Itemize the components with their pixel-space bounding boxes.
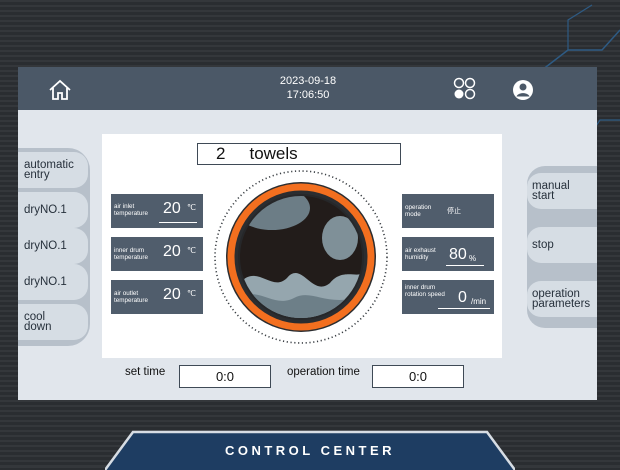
inner-drum-temperature-box: inner drum temperature 20 ℃: [111, 237, 203, 271]
dry-no1-button-2[interactable]: dryNO.1: [18, 228, 88, 264]
air-exhaust-humidity-unit: %: [469, 254, 477, 263]
date-text: 2023-09-18: [279, 75, 337, 87]
load-count-unit: towels: [249, 144, 298, 163]
air-exhaust-humidity-label: air exhaust humidity: [405, 247, 436, 261]
air-exhaust-humidity-value: 80: [449, 246, 467, 263]
inner-drum-temperature-value: 20: [163, 243, 181, 260]
top-bar: 2023-09-18 17:06:50: [18, 67, 597, 110]
load-count-display: 2 towels: [197, 143, 401, 165]
operation-mode-label: operation mode: [405, 204, 432, 218]
air-outlet-temperature-value: 20: [163, 286, 181, 303]
set-time-label: set time: [125, 366, 166, 378]
inner-drum-temperature-label: inner drum temperature: [114, 247, 148, 261]
manual-start-label: manual start: [532, 180, 570, 202]
underline: [159, 222, 197, 223]
automatic-entry-label: automatic entry: [24, 159, 74, 181]
control-screen: 2023-09-18 17:06:50 automatic entry dryN…: [18, 67, 597, 400]
dry-no1-button-3[interactable]: dryNO.1: [18, 264, 88, 300]
inner-drum-rotation-speed-label: inner drum rotation speed: [405, 284, 445, 298]
air-inlet-temperature-unit: ℃: [187, 203, 196, 212]
air-inlet-temperature-value: 20: [163, 200, 181, 217]
stop-label: stop: [532, 239, 554, 251]
operation-mode-value: 停止: [447, 208, 461, 215]
operation-mode-box: operation mode 停止: [402, 194, 494, 228]
dry-no1-button-1[interactable]: dryNO.1: [18, 192, 88, 228]
load-count-value: 2: [216, 144, 226, 163]
dryer-drum-graphic: [214, 170, 388, 344]
dry-no1-label: dryNO.1: [24, 276, 67, 288]
operation-time-label: operation time: [287, 366, 360, 378]
main-status-panel: 2 towels air inlet temperature 20 ℃ inne…: [102, 134, 502, 358]
underline: [446, 265, 484, 266]
dry-no1-label: dryNO.1: [24, 240, 67, 252]
automatic-entry-button[interactable]: automatic entry: [18, 152, 88, 188]
operation-parameters-label: operation parameters: [532, 288, 591, 310]
inner-drum-rotation-speed-value: 0: [458, 289, 467, 306]
home-icon[interactable]: [48, 79, 72, 101]
manual-start-button[interactable]: manual start: [527, 173, 597, 209]
inner-drum-rotation-speed-box: inner drum rotation speed 0 /min: [402, 280, 494, 314]
operation-time-field: 0:0: [372, 365, 464, 388]
set-time-field[interactable]: 0:0: [179, 365, 271, 388]
air-inlet-temperature-box: air inlet temperature 20 ℃: [111, 194, 203, 228]
time-text: 17:06:50: [286, 89, 330, 101]
inner-drum-rotation-speed-unit: /min: [471, 297, 487, 306]
user-icon[interactable]: [512, 79, 534, 101]
air-exhaust-humidity-box: air exhaust humidity 80 %: [402, 237, 494, 271]
air-inlet-temperature-label: air inlet temperature: [114, 203, 148, 217]
air-outlet-temperature-box: air outlet temperature 20 ℃: [111, 280, 203, 314]
underline: [438, 308, 490, 309]
stop-button[interactable]: stop: [527, 227, 597, 263]
control-center-title: CONTROL CENTER: [224, 443, 396, 458]
date-time-display: 2023-09-18 17:06:50: [258, 74, 358, 102]
air-outlet-temperature-label: air outlet temperature: [114, 290, 148, 304]
inner-drum-temperature-unit: ℃: [187, 246, 196, 255]
operation-parameters-button[interactable]: operation parameters: [527, 281, 597, 317]
circles-grid-icon[interactable]: [453, 77, 477, 101]
dry-no1-label: dryNO.1: [24, 204, 67, 216]
cool-down-button[interactable]: cool down: [18, 304, 88, 340]
air-outlet-temperature-unit: ℃: [187, 289, 196, 298]
cool-down-label: cool down: [24, 311, 52, 333]
